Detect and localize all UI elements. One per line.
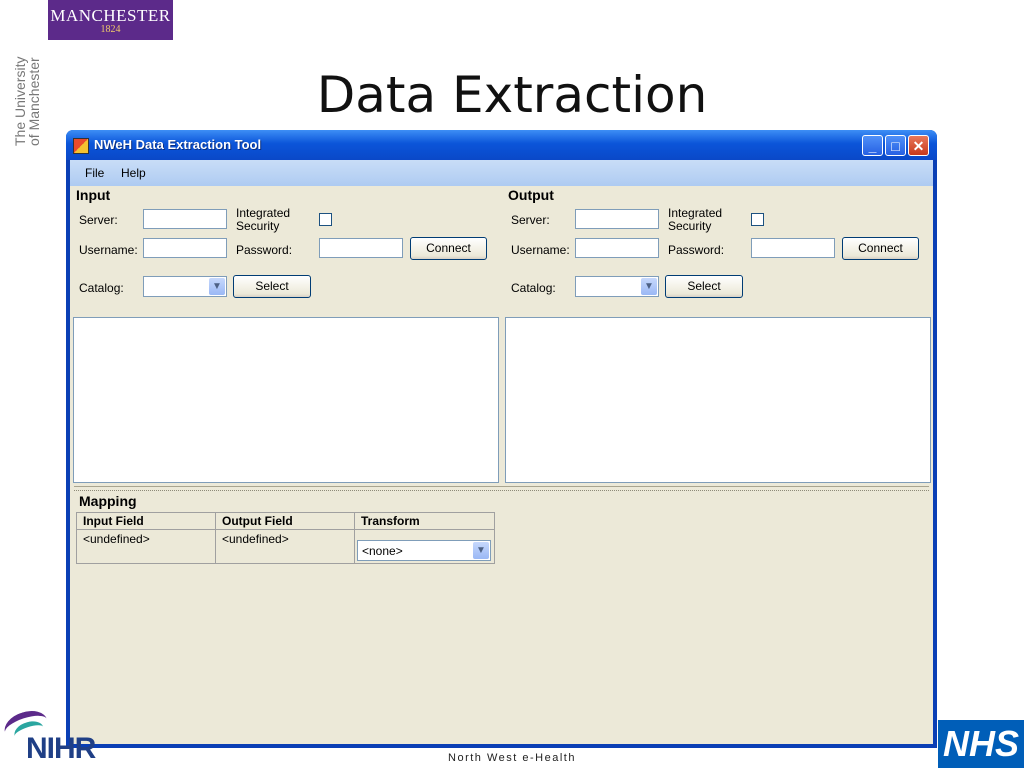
output-group-title: Output bbox=[508, 187, 554, 203]
footer-text: North West e-Health bbox=[448, 752, 576, 764]
input-integrated-security-label: Integrated Security bbox=[236, 207, 290, 233]
output-password-label: Password: bbox=[668, 243, 725, 257]
input-integrated-label-line2: Security bbox=[236, 219, 280, 233]
panel-splitter[interactable] bbox=[74, 486, 929, 491]
input-catalog-dropdown[interactable]: ▼ bbox=[143, 276, 227, 297]
input-username-field[interactable] bbox=[143, 238, 227, 258]
minimize-button[interactable]: _ bbox=[862, 135, 883, 156]
output-integrated-security-label: Integrated Security bbox=[668, 207, 722, 233]
slide-title: Data Extraction bbox=[316, 66, 708, 124]
output-catalog-dropdown[interactable]: ▼ bbox=[575, 276, 659, 297]
input-field-cell[interactable]: <undefined> bbox=[76, 529, 216, 564]
output-catalog-label: Catalog: bbox=[511, 281, 556, 295]
table-row[interactable]: <undefined> <undefined> <none> ▼ bbox=[76, 529, 495, 564]
output-select-button[interactable]: Select bbox=[665, 275, 743, 298]
menu-help[interactable]: Help bbox=[121, 166, 146, 180]
transform-dropdown[interactable]: <none> ▼ bbox=[357, 540, 491, 561]
output-password-field[interactable] bbox=[751, 238, 835, 258]
input-username-label: Username: bbox=[79, 243, 138, 257]
input-integrated-security-checkbox[interactable] bbox=[319, 213, 332, 226]
input-server-label: Server: bbox=[79, 213, 118, 227]
output-connect-button[interactable]: Connect bbox=[842, 237, 919, 260]
manchester-logo-name: MANCHESTER bbox=[50, 6, 171, 25]
input-password-field[interactable] bbox=[319, 238, 403, 258]
output-integrated-label-line2: Security bbox=[668, 219, 712, 233]
output-integrated-security-checkbox[interactable] bbox=[751, 213, 764, 226]
chevron-down-icon[interactable]: ▼ bbox=[209, 278, 225, 295]
input-list-panel[interactable] bbox=[73, 317, 499, 483]
nhs-logo: NHS bbox=[938, 720, 1024, 768]
chevron-down-icon[interactable]: ▼ bbox=[641, 278, 657, 295]
output-username-label: Username: bbox=[511, 243, 570, 257]
transform-cell: <none> ▼ bbox=[354, 529, 495, 564]
input-password-label: Password: bbox=[236, 243, 293, 257]
chevron-down-icon[interactable]: ▼ bbox=[473, 542, 489, 559]
window-client-area: File Help Input Server: Integrated Secur… bbox=[70, 160, 933, 744]
input-connect-button[interactable]: Connect bbox=[410, 237, 487, 260]
input-server-field[interactable] bbox=[143, 209, 227, 229]
window-titlebar[interactable]: NWeH Data Extraction Tool _ □ ✕ bbox=[66, 130, 937, 160]
menu-file[interactable]: File bbox=[85, 166, 104, 180]
transform-value: <none> bbox=[362, 544, 403, 558]
output-username-field[interactable] bbox=[575, 238, 659, 258]
output-server-label: Server: bbox=[511, 213, 550, 227]
mapping-grid: Input Field Output Field Transform <unde… bbox=[76, 512, 495, 564]
window-title: NWeH Data Extraction Tool bbox=[94, 137, 262, 152]
app-icon bbox=[73, 138, 89, 154]
input-catalog-label: Catalog: bbox=[79, 281, 124, 295]
column-header-transform[interactable]: Transform bbox=[354, 512, 495, 530]
menu-bar: File Help bbox=[70, 160, 933, 186]
close-icon: ✕ bbox=[912, 138, 925, 154]
mapping-group-title: Mapping bbox=[79, 493, 137, 509]
input-group-title: Input bbox=[76, 187, 111, 203]
output-server-field[interactable] bbox=[575, 209, 659, 229]
column-header-output-field[interactable]: Output Field bbox=[215, 512, 355, 530]
maximize-button[interactable]: □ bbox=[885, 135, 906, 156]
close-button[interactable]: ✕ bbox=[908, 135, 929, 156]
manchester-logo: MANCHESTER 1824 bbox=[48, 0, 173, 40]
maximize-icon: □ bbox=[891, 138, 900, 154]
output-field-cell[interactable]: <undefined> bbox=[215, 529, 355, 564]
input-select-button[interactable]: Select bbox=[233, 275, 311, 298]
app-window: NWeH Data Extraction Tool _ □ ✕ File Hel… bbox=[66, 130, 937, 748]
column-header-input-field[interactable]: Input Field bbox=[76, 512, 216, 530]
output-list-panel[interactable] bbox=[505, 317, 931, 483]
minimize-icon: _ bbox=[868, 138, 877, 154]
